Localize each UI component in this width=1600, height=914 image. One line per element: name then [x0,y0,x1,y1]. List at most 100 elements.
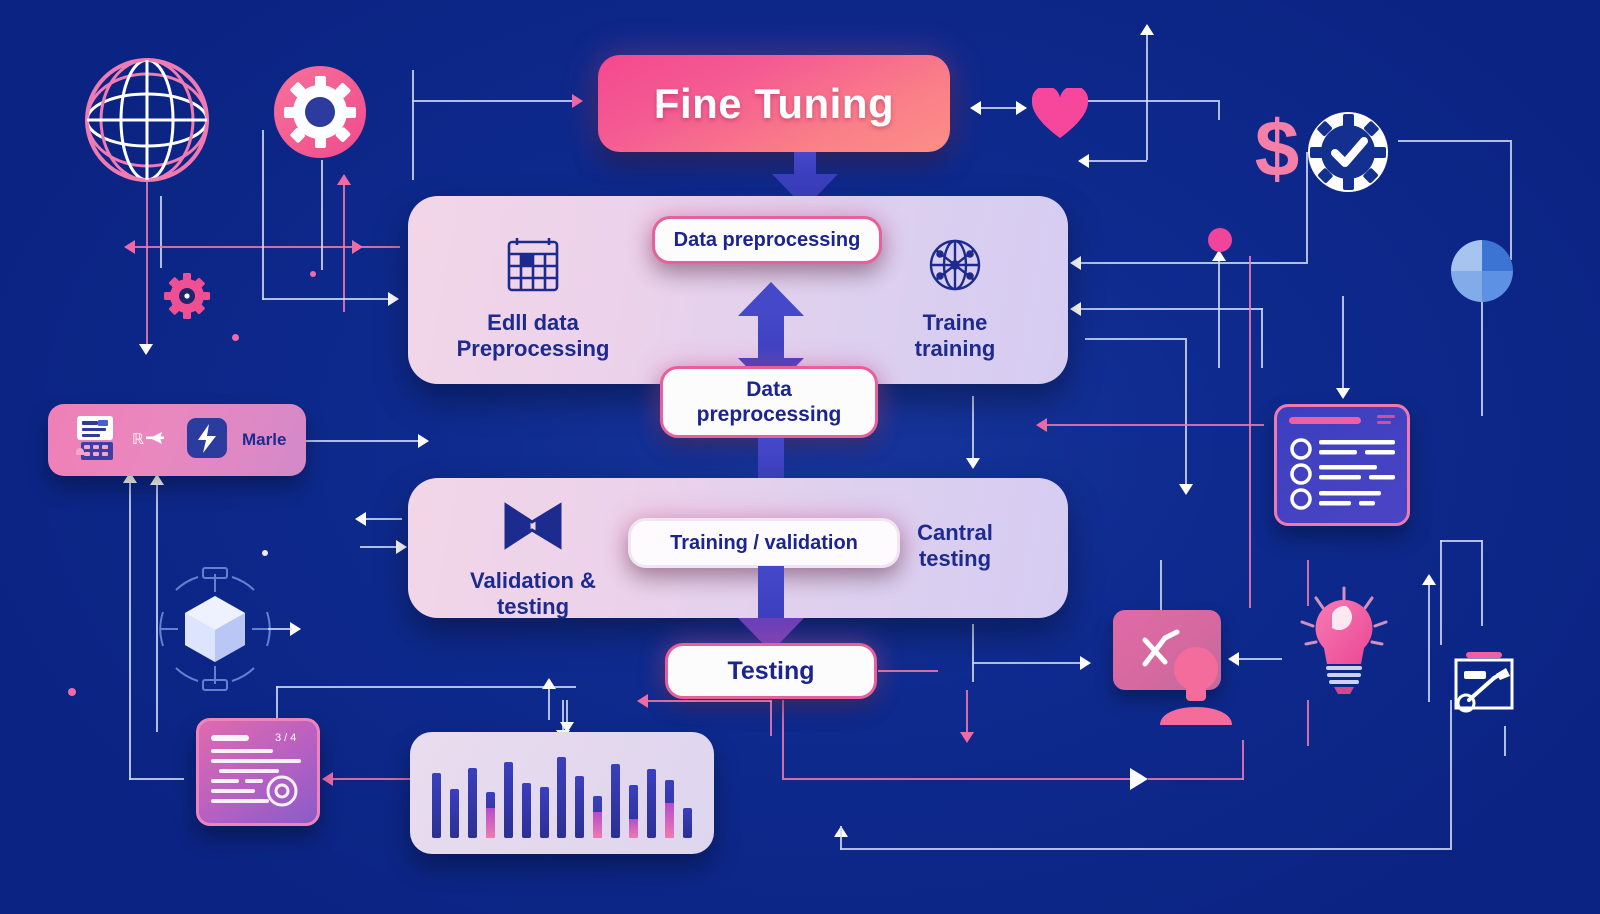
heart-icon [1031,85,1089,145]
arrowhead-down-icon [966,458,980,469]
spreadsheet-icon [438,236,628,300]
arrowhead-right-icon [352,240,363,254]
connector-line [276,686,576,688]
step-data-preprocessing-mid[interactable]: Data preprocessing [660,366,878,438]
connector-line [1307,700,1309,746]
bar-chart-bar [503,762,513,838]
bar-chart-bar [629,785,639,838]
arrowhead-left-icon [1070,302,1081,316]
arrowhead-left-icon [970,101,981,115]
connector-line [972,396,974,462]
connector-line [262,298,392,300]
bar-chart-bar [682,808,692,838]
panel-right-line-2: testing [918,545,992,571]
gear-circle-icon [270,62,370,167]
bar-chart-bar [593,795,603,838]
gear-small-icon [163,272,211,325]
connector-line [343,182,345,312]
connector-line [878,670,938,672]
globe-wireframe-icon [82,55,212,190]
arrowhead-right-icon [1130,768,1148,790]
arrowhead-up-icon [1422,574,1436,585]
connector-line [1261,308,1263,368]
connector-line [1218,258,1220,368]
step-data-preprocessing-top[interactable]: Data preprocessing [652,216,882,264]
panel-right-line-1: Cantral [917,520,993,545]
bar-chart-bar [467,767,477,838]
bar-chart-bar [432,772,441,838]
arrowhead-up-icon [1140,24,1154,35]
connector-line [1088,100,1218,102]
connector-line [972,624,974,682]
bar-chart-bar [611,764,621,838]
connector-line [1342,296,1344,392]
connector-line [770,700,772,736]
bar-chart-bar [647,769,657,838]
arrowhead-left-icon [1078,154,1089,168]
arrowhead-left-icon [1070,256,1081,270]
arrowhead-right-icon [396,540,407,554]
connector-line [1440,540,1442,645]
connector-line [1085,338,1185,340]
connector-line [782,700,784,778]
decor-dot [310,271,316,277]
bar-chart-bar [521,782,531,838]
bar-chart-bar [664,779,674,838]
page-title: Fine Tuning [598,55,950,152]
connector-line [1249,256,1251,608]
step-training-validation[interactable]: Training / validation [628,518,900,568]
connector-line [268,628,292,630]
arrowhead-left-icon [1036,418,1047,432]
bar-chart-bar [449,788,459,838]
transfer-arrow-icon: ℝ [132,426,172,455]
step-line-2: preprocessing [696,403,842,426]
connector-line [412,70,414,180]
connector-line [1185,338,1187,488]
step-testing[interactable]: Testing [665,643,877,699]
connector-line [972,662,1082,664]
connector-line [262,130,264,300]
arrowhead-left-icon [322,772,333,786]
decor-dot [1208,228,1232,252]
bar-chart [432,750,692,838]
connector-line [840,826,842,850]
panel-left-label-group: Validation & testing [438,500,628,620]
connector-line [1044,424,1264,426]
connector-line [1078,262,1308,264]
connector-line [129,778,184,780]
panel-left-line-1: Validation & [470,567,596,593]
panel-right-label-group: Traine training [860,236,1050,362]
lightning-badge-icon [186,417,228,464]
gear-check-icon [1302,106,1394,203]
bowtie-validation-icon [438,500,628,558]
checklist-card-icon [1274,404,1410,526]
connector-line [330,778,415,780]
connector-line [1078,308,1263,310]
cube-3d-icon [148,562,282,701]
arrowhead-right-icon [572,94,583,108]
arrowhead-right-icon [1016,101,1027,115]
dollar-sign-icon: $ [1246,104,1308,197]
arrowhead-right-icon [388,292,399,306]
connector-line [1398,140,1510,142]
arrowhead-left-icon [124,240,135,254]
ml-card-label: Marle [242,430,287,449]
panel-left-line-2: Preprocessing [456,335,610,361]
flow-arrow-to-testing [738,566,804,654]
arrowhead-down-icon [1336,388,1350,399]
lightbulb-icon [1296,586,1392,701]
page-title-label: Fine Tuning [653,79,895,127]
whiteboard-presentation-icon [1444,640,1524,733]
connector-line [300,440,422,442]
person-avatar-icon [1155,645,1237,730]
connector-line [1218,100,1220,120]
connector-line [360,518,402,520]
diagram-canvas: Fine Tuning Edll data Preprocessing Trai… [0,0,1600,914]
step-label: Testing [727,656,815,685]
arrowhead-left-icon [637,694,648,708]
svg-text:3 / 4: 3 / 4 [275,732,296,744]
panel-left-line-1: Edll data [487,309,579,335]
arrowhead-down-icon [139,344,153,355]
connector-line [1148,778,1244,780]
bar-chart-bar [485,792,495,838]
